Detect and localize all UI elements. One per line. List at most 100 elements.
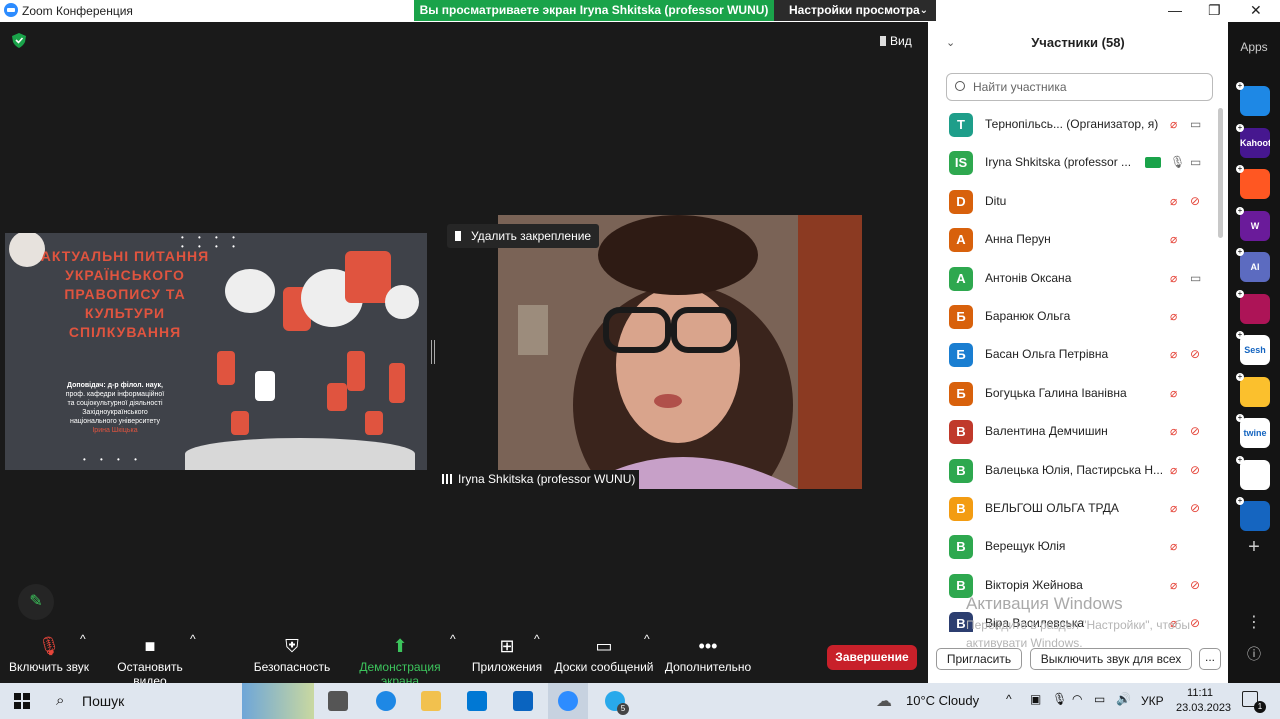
language-indicator[interactable]: УКР [1141, 694, 1164, 708]
battery-icon[interactable]: ▭ [1094, 692, 1105, 706]
app11-app-icon[interactable] [1240, 501, 1270, 531]
camera-on-icon[interactable]: ▭ [1190, 155, 1206, 169]
app3-app-icon[interactable] [1240, 169, 1270, 199]
twine-app-icon[interactable]: twine [1240, 418, 1270, 448]
mic-muted-icon[interactable]: ⌀ [1170, 501, 1182, 515]
mic-muted-icon[interactable]: ⌀ [1170, 347, 1182, 361]
volume-icon[interactable]: 🔊 [1116, 692, 1131, 706]
add-app-plus-icon[interactable]: + [1236, 123, 1244, 132]
more-button[interactable]: ••• Дополнительно [664, 632, 752, 682]
add-app-plus-icon[interactable]: + [1236, 165, 1244, 173]
mic-muted-icon[interactable]: ⌀ [1170, 194, 1182, 208]
add-app-plus-icon[interactable]: + [1236, 372, 1244, 381]
camera-off-icon[interactable]: ⊘ [1190, 501, 1206, 515]
security-button[interactable]: ⛨ Безопасность [252, 632, 332, 682]
unpin-button[interactable]: Удалить закрепление [447, 224, 600, 248]
add-app-plus-icon[interactable]: + [1236, 497, 1244, 505]
edge-browser-icon[interactable] [376, 691, 396, 711]
zoom-docs-app-icon[interactable] [1240, 86, 1270, 116]
app10-app-icon[interactable] [1240, 459, 1270, 490]
file-explorer-icon[interactable] [421, 691, 441, 711]
add-app-plus-icon[interactable]: + [1236, 82, 1244, 90]
view-button[interactable]: Вид [880, 34, 912, 48]
participant-row[interactable]: D Ditu ⌀ ⊘ [928, 183, 1216, 221]
participant-row[interactable]: А Антонів Оксана ⌀ ▭ [928, 260, 1216, 298]
app6-app-icon[interactable] [1240, 293, 1270, 324]
wifi-icon[interactable]: ◠ [1072, 692, 1082, 706]
share-options-caret[interactable]: ^ [450, 632, 456, 646]
participant-row[interactable]: В Верещук Юлія ⌀ [928, 528, 1216, 566]
participant-row[interactable]: В Валентина Демчишин ⌀ ⊘ [928, 413, 1216, 451]
maximize-icon[interactable]: ❐ [1208, 2, 1221, 19]
zoom-taskbar-button[interactable] [548, 683, 588, 719]
stop-video-button[interactable]: ■ Остановить видео [100, 632, 200, 688]
invite-button[interactable]: Пригласить [936, 648, 1022, 670]
audio-options-caret[interactable]: ^ [80, 632, 86, 646]
participant-row[interactable]: Б Басан Ольга Петрівна ⌀ ⊘ [928, 336, 1216, 374]
camera-off-icon[interactable]: ⊘ [1190, 347, 1206, 361]
add-app-plus-icon[interactable]: + [1236, 289, 1244, 298]
mic-muted-icon[interactable]: ⌀ [1170, 424, 1182, 438]
taskbar-search-icon[interactable]: ⌕ [56, 692, 64, 709]
splitter-handle[interactable] [431, 340, 435, 364]
add-app-plus-icon[interactable]: + [1236, 455, 1244, 464]
mic-muted-icon[interactable]: ⌀ [1170, 232, 1182, 246]
kahoot-app-icon[interactable]: Kahoot! [1240, 127, 1270, 158]
mail-icon[interactable] [513, 691, 533, 711]
camera-off-icon[interactable]: ⊘ [1190, 424, 1206, 438]
minimize-icon[interactable]: — [1168, 2, 1182, 18]
security-shield-icon[interactable] [12, 33, 26, 48]
apps-button[interactable]: ⊞ Приложения [470, 632, 544, 682]
sesh-app-icon[interactable]: Sesh [1240, 335, 1270, 365]
mic-on-icon[interactable]: 🎙 [1170, 155, 1185, 169]
participant-row[interactable]: А Анна Перун ⌀ [928, 221, 1216, 259]
camera-off-icon[interactable]: ⊘ [1190, 194, 1206, 208]
participant-search-input[interactable]: Найти участника [946, 73, 1213, 101]
add-app-plus-icon[interactable]: + [1236, 414, 1244, 422]
camera-off-icon[interactable]: ⊘ [1190, 578, 1206, 592]
mic-muted-icon[interactable]: ⌀ [1170, 117, 1182, 131]
participant-row[interactable]: Т Тернопільсь... (Организатор, я) ⌀ ▭ [928, 106, 1216, 144]
speaker-video[interactable] [498, 215, 862, 489]
tray-chevron-icon[interactable]: ^ [1006, 692, 1012, 706]
participant-row[interactable]: IS Iryna Shkitska (professor ... 🎙 ▭ [928, 144, 1216, 182]
whiteboard-options-caret[interactable]: ^ [644, 632, 650, 646]
mic-muted-icon[interactable]: ⌀ [1170, 386, 1182, 400]
participant-row[interactable]: В Валецька Юлія, Пастирська Н... ⌀ ⊘ [928, 452, 1216, 490]
add-app-icon[interactable]: + [1228, 536, 1280, 559]
ai-app-app-icon[interactable]: AI [1240, 252, 1270, 282]
add-app-plus-icon[interactable]: + [1236, 248, 1244, 256]
video-options-caret[interactable]: ^ [190, 632, 196, 646]
apps-options-caret[interactable]: ^ [534, 632, 540, 646]
more-vertical-icon[interactable]: ⋮ [1228, 612, 1280, 632]
view-settings-button[interactable]: Настройки просмотра ⌄ [774, 0, 936, 21]
app8-app-icon[interactable] [1240, 376, 1270, 407]
panel-more-button[interactable]: ... [1199, 648, 1221, 670]
add-app-plus-icon[interactable]: + [1236, 331, 1244, 339]
participant-row[interactable]: Б Богуцька Галина Іванівна ⌀ [928, 375, 1216, 413]
close-icon[interactable]: ✕ [1250, 2, 1262, 19]
windows-start-icon[interactable] [14, 693, 30, 709]
taskbar-search-label[interactable]: Пошук [82, 693, 124, 709]
clock[interactable]: 11:11 23.03.2023 [1176, 686, 1231, 716]
task-view-icon[interactable] [328, 691, 348, 711]
camera-off-icon[interactable]: ⊘ [1190, 463, 1206, 477]
participant-list-scrollbar[interactable] [1218, 108, 1223, 238]
weather-text[interactable]: 10°C Cloudy [906, 693, 979, 708]
mic-tray-icon[interactable]: 🎙 [1052, 692, 1067, 706]
mic-muted-icon[interactable]: ⌀ [1170, 309, 1182, 323]
end-meeting-button[interactable]: Завершение [827, 645, 917, 670]
participant-row[interactable]: В ВЕЛЬГОШ ОЛЬГА ТРДА ⌀ ⊘ [928, 490, 1216, 528]
wordwall-app-icon[interactable]: W [1240, 210, 1270, 241]
participant-row[interactable]: Б Баранюк Ольга ⌀ [928, 298, 1216, 336]
camera-on-icon[interactable]: ▭ [1190, 117, 1206, 131]
mic-muted-icon[interactable]: ⌀ [1170, 271, 1182, 285]
tray-icon[interactable]: ▣ [1030, 692, 1041, 706]
whiteboards-button[interactable]: ▭ Доски сообщений [554, 632, 654, 682]
help-icon[interactable]: ⓘ [1228, 644, 1280, 664]
mic-muted-icon[interactable]: ⌀ [1170, 539, 1182, 553]
add-app-plus-icon[interactable]: + [1236, 206, 1244, 215]
mic-muted-icon[interactable]: ⌀ [1170, 463, 1182, 477]
mic-muted-icon[interactable]: ⌀ [1170, 578, 1182, 592]
mute-all-button[interactable]: Выключить звук для всех [1030, 648, 1192, 670]
